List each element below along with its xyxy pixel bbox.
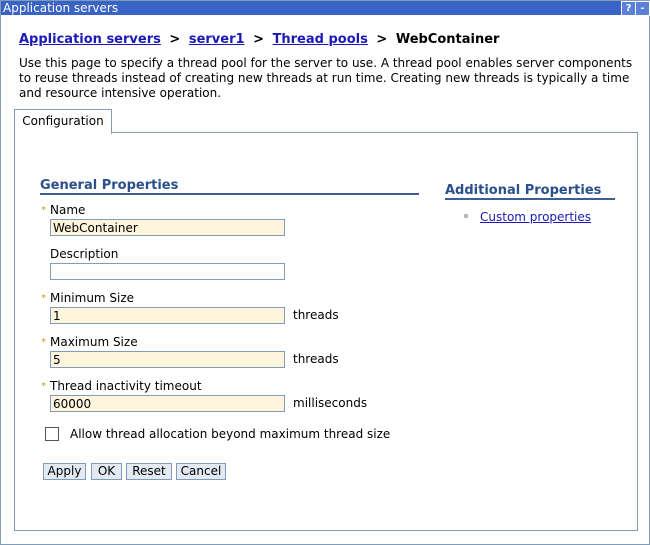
reset-button[interactable]: Reset — [126, 463, 172, 480]
required-marker-icon: * — [41, 293, 46, 304]
minimum-size-field[interactable] — [50, 307, 285, 324]
breadcrumb-separator: > — [169, 32, 181, 47]
breadcrumb-separator: > — [376, 32, 388, 47]
help-icon[interactable]: ? — [621, 1, 636, 16]
title-bar: Application servers ? - — [1, 1, 650, 16]
minimize-icon[interactable]: - — [635, 1, 650, 16]
breadcrumb-link-thread-pools[interactable]: Thread pools — [273, 32, 368, 47]
custom-properties-link[interactable]: Custom properties — [480, 210, 591, 224]
inactivity-timeout-field[interactable] — [50, 395, 285, 412]
breadcrumb-link-application-servers[interactable]: Application servers — [19, 32, 161, 47]
tab-configuration[interactable]: Configuration — [14, 109, 112, 134]
cancel-button[interactable]: Cancel — [176, 463, 226, 480]
ok-button[interactable]: OK — [91, 463, 122, 480]
apply-button[interactable]: Apply — [43, 463, 86, 480]
additional-properties-divider — [445, 198, 615, 200]
allow-beyond-max-checkbox[interactable] — [45, 427, 59, 441]
maximum-size-unit: threads — [293, 352, 339, 366]
additional-properties-heading: Additional Properties — [445, 183, 602, 198]
inactivity-timeout-label: * Thread inactivity timeout — [41, 379, 202, 393]
breadcrumb-separator: > — [253, 32, 264, 47]
breadcrumb-current: WebContainer — [395, 32, 500, 47]
required-marker-icon: * — [41, 205, 46, 216]
maximum-size-field[interactable] — [50, 351, 285, 368]
window-title: Application servers — [3, 1, 119, 15]
inactivity-timeout-unit: milliseconds — [293, 396, 368, 410]
name-label: * Name — [41, 203, 86, 217]
allow-beyond-max-label: Allow thread allocation beyond maximum t… — [70, 427, 391, 441]
breadcrumb: Application servers > server1 > Thread p… — [19, 32, 499, 47]
maximum-size-label: * Maximum Size — [41, 335, 138, 349]
name-field[interactable] — [50, 219, 285, 236]
minimum-size-unit: threads — [293, 308, 339, 322]
general-properties-divider — [40, 193, 419, 195]
page-description: Use this page to specify a thread pool f… — [19, 56, 633, 100]
breadcrumb-link-server1[interactable]: server1 — [189, 32, 245, 47]
description-field[interactable] — [50, 263, 285, 280]
minimum-size-label: * Minimum Size — [41, 291, 135, 305]
required-marker-icon: * — [41, 337, 46, 348]
general-properties-heading: General Properties — [40, 178, 179, 193]
description-label: Description — [50, 247, 119, 261]
required-marker-icon: * — [41, 381, 46, 392]
bullet-icon — [464, 214, 468, 218]
application-servers-window: Application servers ? - Application serv… — [0, 0, 650, 545]
